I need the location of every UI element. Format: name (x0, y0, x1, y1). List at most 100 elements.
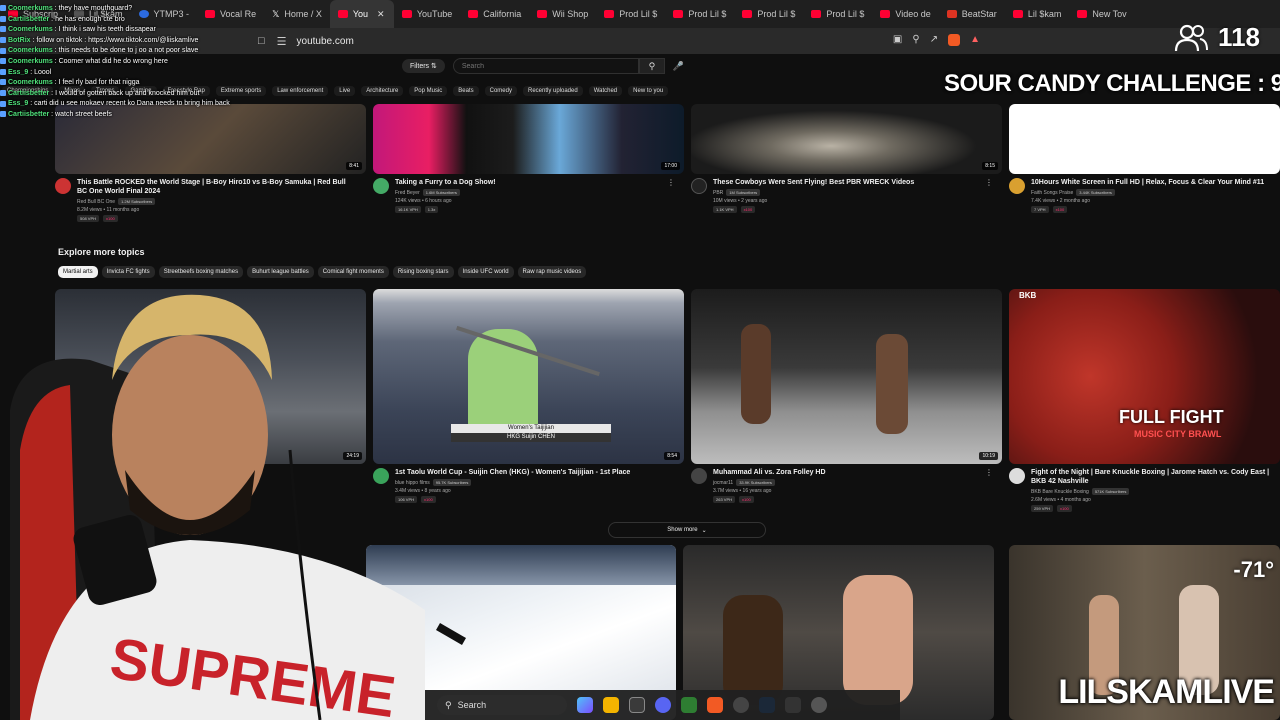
microphone-icon[interactable]: 🎤 (673, 61, 684, 72)
video-title[interactable]: Fight of the Night | Bare Knuckle Boxing… (1031, 468, 1271, 486)
channel-avatar[interactable] (691, 468, 707, 484)
video-title[interactable]: 10Hours White Screen in Full HD | Relax,… (1031, 178, 1264, 187)
app-icon[interactable] (681, 697, 697, 713)
browser-tab[interactable]: California (460, 0, 529, 28)
tab-label[interactable]: Wii Shop (552, 9, 588, 19)
app-icon[interactable] (785, 697, 801, 713)
video-thumbnail[interactable]: 17:00 (373, 104, 684, 174)
file-explorer-icon[interactable] (603, 697, 619, 713)
channel-avatar[interactable] (1009, 468, 1025, 484)
channel-name[interactable]: Faith Songs Praise (1031, 190, 1073, 196)
search-input[interactable] (452, 58, 639, 74)
browser-tab[interactable]: Video de (872, 0, 938, 28)
store-icon[interactable] (629, 697, 645, 713)
filters-label[interactable]: Filters (410, 63, 429, 70)
more-options-icon[interactable]: ⋮ (985, 178, 993, 187)
video-title[interactable]: These Cowboys Were Sent Flying! Best PBR… (713, 178, 914, 187)
browser-tab[interactable]: New Tov (1069, 0, 1134, 28)
video-stats: 3.7M views • 16 years ago (713, 488, 772, 494)
chat-username: Cartiisbetter (8, 15, 50, 23)
channel-avatar[interactable] (55, 178, 71, 194)
tab-label[interactable]: Prod Lil $ (826, 9, 864, 19)
taskbar-search-label[interactable]: Search (458, 700, 487, 710)
topic-chip[interactable]: Inside UFC world (457, 266, 514, 278)
channel-avatar[interactable] (373, 178, 389, 194)
video-thumbnail[interactable]: 8:15 (691, 104, 1002, 174)
tab-label[interactable]: Prod Lil $ (688, 9, 726, 19)
tab-favicon-icon (946, 10, 957, 18)
filter-chip[interactable]: Comedy (484, 86, 517, 96)
chat-text: watch street beefs (55, 110, 112, 118)
channel-avatar[interactable] (1009, 178, 1025, 194)
tab-label[interactable]: YouTube (417, 9, 452, 19)
tab-label[interactable]: BeatStar (962, 9, 997, 19)
topic-chip[interactable]: Raw rap music videos (517, 266, 587, 278)
filter-chip[interactable]: New to you (628, 86, 669, 96)
filter-chip[interactable]: Live (334, 86, 356, 96)
close-tab-icon[interactable]: ✕ (377, 9, 385, 20)
rewards-icon[interactable]: ▲ (970, 34, 980, 46)
tab-label[interactable]: Prod Lil $ (619, 9, 657, 19)
browser-tab[interactable]: Wii Shop (529, 0, 596, 28)
tab-label[interactable]: California (483, 9, 521, 19)
zoom-icon[interactable]: ⚲ (912, 34, 919, 46)
channel-name[interactable]: BKB Bare Knuckle Boxing (1031, 489, 1089, 495)
tab-label[interactable]: Lil $kam (1028, 9, 1062, 19)
browser-tab[interactable]: Prod Lil $ (803, 0, 872, 28)
vph-badge: 263 VPH (713, 496, 736, 503)
browser-tab[interactable]: BeatStar (939, 0, 1005, 28)
taskbar-search[interactable]: ⚲ Search (437, 695, 567, 715)
video-title[interactable]: Muhammad Ali vs. Zora Folley HD (713, 468, 826, 477)
filter-chip[interactable]: Beats (453, 86, 479, 96)
tab-label[interactable]: You (353, 9, 368, 19)
browser-tab[interactable]: YouTube (394, 0, 460, 28)
brave-shield-icon[interactable] (948, 34, 961, 46)
browser-tab[interactable]: Prod Lil $ (596, 0, 665, 28)
url-text[interactable]: youtube.com (297, 36, 354, 47)
tab-label[interactable]: Video de (895, 9, 930, 19)
channel-name[interactable]: Fred Beyer (395, 190, 420, 196)
filter-chip[interactable]: Pop Music (409, 86, 448, 96)
filter-chip[interactable]: Watched (588, 86, 623, 96)
browser-tab[interactable]: Prod Lil $ (665, 0, 734, 28)
browser-tab[interactable]: Lil $kam (1005, 0, 1070, 28)
tab-label[interactable]: New Tov (1092, 9, 1126, 19)
more-options-icon[interactable]: ⋮ (985, 468, 993, 477)
vph-badge: 508 VPH (77, 215, 100, 222)
copilot-icon[interactable] (577, 697, 593, 713)
bkb-logo: BKB (1019, 291, 1037, 300)
browser-tab[interactable]: You ✕ (329, 0, 394, 28)
url-field[interactable]: youtube.com (297, 36, 354, 47)
show-more-label[interactable]: Show more (667, 527, 697, 533)
channel-name[interactable]: PBR (713, 190, 723, 196)
video-thumbnail[interactable]: BKB FULL FIGHT MUSIC CITY BRAWL (1009, 289, 1280, 464)
discord-icon[interactable] (655, 697, 671, 713)
video-thumbnail[interactable]: 10:19 (691, 289, 1002, 464)
obs-icon[interactable] (733, 697, 749, 713)
filter-chip[interactable]: Recently uploaded (522, 86, 583, 96)
share-icon[interactable]: ↗ (930, 34, 938, 46)
channel-name[interactable]: jocmar11 (713, 480, 733, 486)
more-options-icon[interactable]: ⋮ (667, 178, 675, 187)
chat-text: this needs to be done to j oo a not poor… (58, 47, 199, 55)
app-icon[interactable] (811, 697, 827, 713)
browser-tab[interactable]: Prod Lil $ (734, 0, 803, 28)
filters-button[interactable]: Filters ⇅ (402, 59, 445, 73)
steam-icon[interactable] (759, 697, 775, 713)
search-button[interactable]: ⚲ (638, 58, 665, 74)
show-more-button[interactable]: Show more ⌄ (608, 522, 766, 538)
tab-label[interactable]: Prod Lil $ (757, 9, 795, 19)
video-title[interactable]: This Battle ROCKED the World Stage | B-B… (77, 178, 355, 196)
channel-avatar[interactable] (691, 178, 707, 194)
duration-badge: 8:15 (982, 162, 998, 170)
tab-favicon-icon (811, 10, 822, 18)
filter-chip[interactable]: Architecture (361, 86, 404, 96)
vph-badge: 259 VPH (1031, 505, 1054, 512)
video-title[interactable]: 1st Taolu World Cup - Suijin Chen (HKG) … (395, 468, 630, 477)
brave-icon[interactable] (707, 697, 723, 713)
screenshot-icon[interactable]: ▣ (893, 34, 902, 46)
video-thumbnail[interactable] (1009, 104, 1280, 174)
chat-message: Cartiisbetter : watch street beefs (0, 110, 290, 121)
video-title[interactable]: Taking a Furry to a Dog Show! (395, 178, 496, 187)
channel-name[interactable]: Red Bull BC One (77, 199, 115, 205)
